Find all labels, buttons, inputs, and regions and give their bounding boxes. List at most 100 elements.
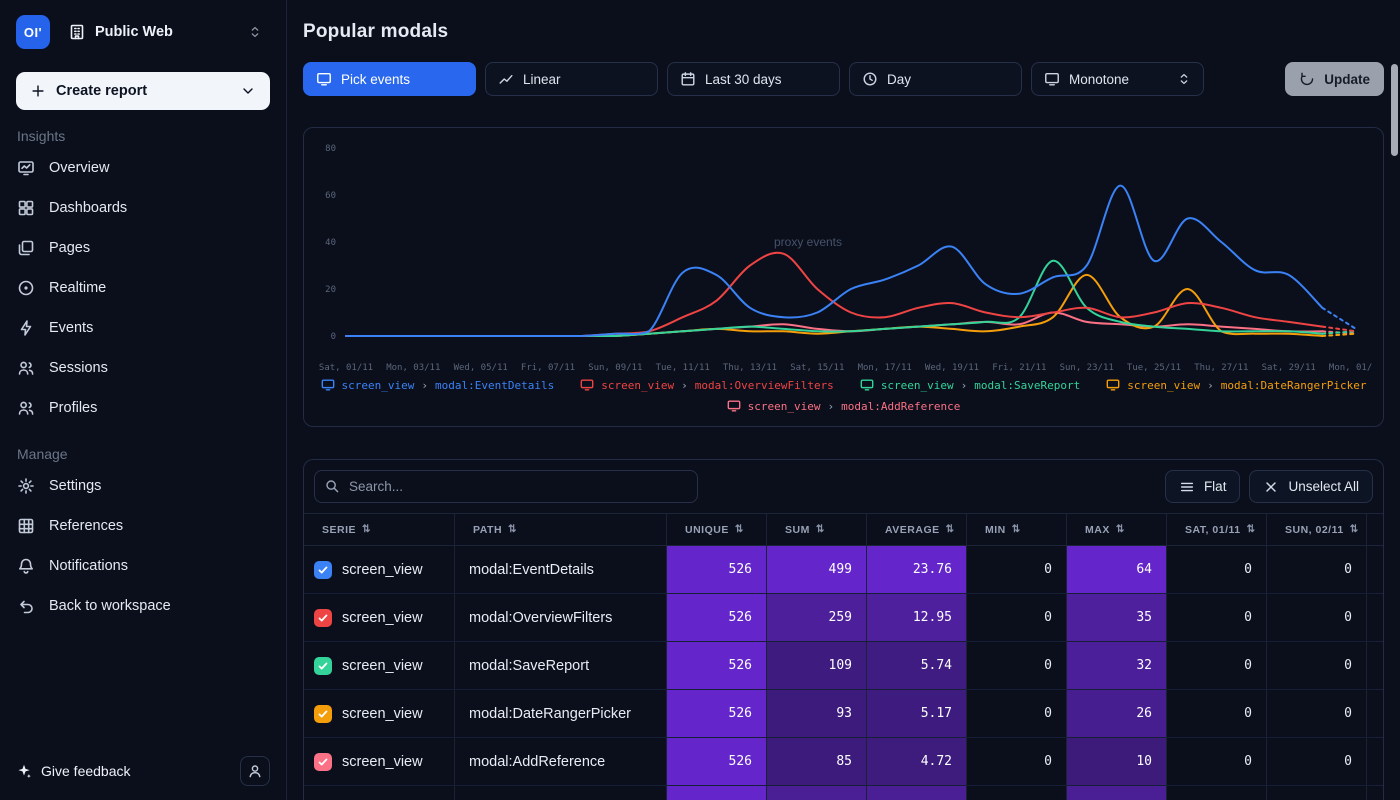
interval-button[interactable]: Day [849,62,1022,96]
pick-events-button[interactable]: Pick events [303,62,476,96]
legend-item[interactable]: screen_view›modal:EventDetails [321,378,555,392]
column-header-min[interactable]: MIN⇅ [966,514,1066,545]
cell-overflow [1366,786,1384,800]
row-checkbox[interactable] [314,561,332,579]
sort-icon: ⇅ [362,524,371,535]
sort-icon: ⇅ [1350,524,1359,535]
unselect-all-label: Unselect All [1288,479,1359,494]
sidebar-item-overview[interactable]: Overview [0,148,286,188]
column-label: SAT, 01/11 [1185,524,1241,536]
column-header-unique[interactable]: UNIQUE⇅ [666,514,766,545]
create-report-button[interactable]: Create report [16,72,270,110]
column-header-max[interactable]: MAX⇅ [1066,514,1166,545]
column-header-serie[interactable]: SERIE⇅ [304,514,454,545]
chevron-separator: › [828,400,835,413]
column-label: UNIQUE [685,524,729,536]
legend-serie: screen_view [881,379,954,392]
main-content: Popular modals Pick events Linear Last 3… [287,0,1400,800]
chevron-separator: › [961,379,968,392]
cell-min: 0 [966,738,1066,785]
row-checkbox[interactable] [314,657,332,675]
sidebar-item-pages[interactable]: Pages [0,228,286,268]
line-chart[interactable]: proxy events020406080Sat, 01/11Mon, 03/1… [316,138,1372,376]
search-input[interactable] [314,470,698,503]
legend-item[interactable]: screen_view›modal:AddReference [727,399,961,413]
chart-type-button[interactable]: Linear [485,62,658,96]
sidebar-item-notifications[interactable]: Notifications [0,546,286,586]
sidebar-item-sessions[interactable]: Sessions [0,348,286,388]
table-row[interactable]: screen_viewmodal:EventDetails52649923.76… [304,546,1383,594]
column-label: AVERAGE [885,524,940,536]
column-header-path[interactable]: PATH⇅ [454,514,666,545]
table-row-partial[interactable] [304,786,1383,800]
bell-icon [17,557,35,575]
plus-icon [30,83,46,99]
give-feedback-button[interactable]: Give feedback [16,763,131,779]
sidebar-item-dashboards[interactable]: Dashboards [0,188,286,228]
sidebar-item-profiles[interactable]: Profiles [0,388,286,428]
workspace-selector[interactable]: Public Web [60,14,270,50]
cell-path [454,786,666,800]
cell-sat: 0 [1166,594,1266,641]
cell-max [1066,786,1166,800]
legend-serie: screen_view [1127,379,1200,392]
cell-sum [766,786,866,800]
table-row[interactable]: screen_viewmodal:DateRangerPicker526935.… [304,690,1383,738]
svg-text:0: 0 [331,332,336,342]
legend-path: modal:EventDetails [435,379,554,392]
line-style-select[interactable]: Monotone [1031,62,1204,96]
undo-arrow-icon [17,597,35,615]
chevron-down-icon [240,83,256,99]
sidebar-item-events[interactable]: Events [0,308,286,348]
monitor-chart-icon [17,159,35,177]
sidebar-item-settings[interactable]: Settings [0,466,286,506]
svg-text:Sun, 09/11: Sun, 09/11 [588,363,642,373]
legend-item[interactable]: screen_view›modal:OverviewFilters [580,378,834,392]
legend-path: modal:OverviewFilters [695,379,834,392]
flat-toggle-button[interactable]: Flat [1165,470,1241,503]
table-row[interactable]: screen_viewmodal:SaveReport5261095.74032… [304,642,1383,690]
update-label: Update [1324,72,1370,87]
table-row[interactable]: screen_viewmodal:OverviewFilters52625912… [304,594,1383,642]
legend-item[interactable]: screen_view›modal:DateRangerPicker [1106,378,1366,392]
sidebar-item-realtime[interactable]: Realtime [0,268,286,308]
cell-serie: screen_view [304,690,454,737]
cell-sun [1266,786,1366,800]
svg-text:proxy events: proxy events [774,235,842,249]
serie-label: screen_view [342,562,423,578]
row-checkbox[interactable] [314,705,332,723]
svg-text:60: 60 [325,191,336,201]
app-logo[interactable]: OI' [16,15,50,49]
sort-icon: ⇅ [946,524,955,535]
cell-path: modal:EventDetails [454,546,666,593]
row-checkbox[interactable] [314,753,332,771]
sidebar-item-back-to-workspace[interactable]: Back to workspace [0,586,286,626]
legend-item[interactable]: screen_view›modal:SaveReport [860,378,1080,392]
cell-sat [1166,786,1266,800]
svg-text:Thu, 27/11: Thu, 27/11 [1194,363,1248,373]
unselect-all-button[interactable]: Unselect All [1249,470,1373,503]
table-actions: Flat Unselect All [1165,470,1373,503]
sidebar-item-references[interactable]: References [0,506,286,546]
table-row[interactable]: screen_viewmodal:AddReference526854.7201… [304,738,1383,786]
scrollbar-thumb[interactable] [1391,64,1398,156]
sidebar-item-label: References [49,518,123,534]
pick-events-label: Pick events [341,72,410,87]
column-header-average[interactable]: AVERAGE ⇅ [866,514,966,545]
profile-button[interactable] [240,756,270,786]
cell-sun: 0 [1266,642,1366,689]
svg-text:Mon, 03/11: Mon, 03/11 [386,363,440,373]
date-range-button[interactable]: Last 30 days [667,62,840,96]
lightning-icon [17,319,35,337]
serie-label: screen_view [342,610,423,626]
row-checkbox[interactable] [314,609,332,627]
column-header-sun[interactable]: SUN, 02/11⇅ [1266,514,1366,545]
update-button[interactable]: Update [1285,62,1384,96]
screen-icon [316,71,332,87]
cell-path: modal:AddReference [454,738,666,785]
legend-path: modal:DateRangerPicker [1221,379,1367,392]
svg-text:20: 20 [325,285,336,295]
close-icon [1263,479,1279,495]
column-header-sum[interactable]: SUM⇅ [766,514,866,545]
column-header-sat[interactable]: SAT, 01/11⇅ [1166,514,1266,545]
